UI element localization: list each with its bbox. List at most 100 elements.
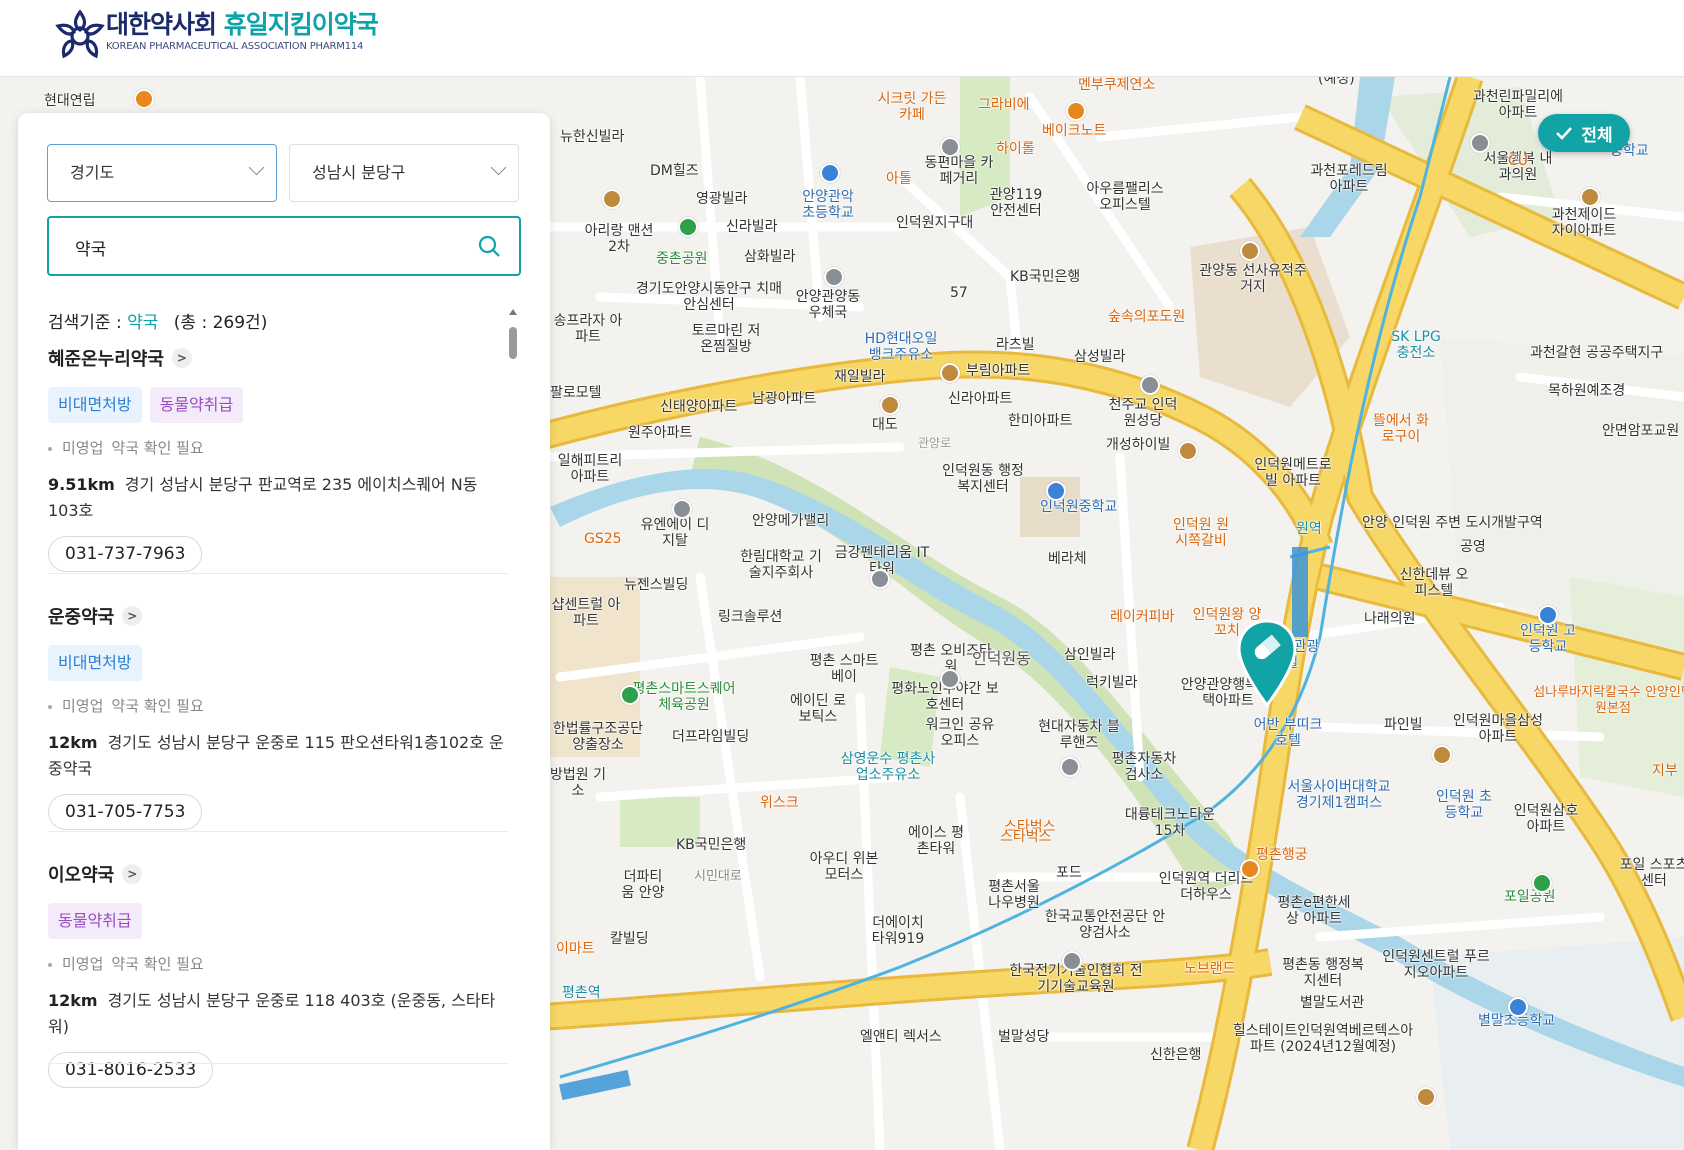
result-item[interactable]: 혜준온누리약국 > 비대면처방 동물약취급 미영업 약국 확인 필요 9.51km…	[48, 345, 508, 572]
scroll-up-icon[interactable]	[509, 309, 517, 315]
poi-pin[interactable]	[602, 189, 622, 209]
map-label[interactable]: KB국민은행	[1010, 269, 1080, 285]
show-all-button[interactable]: 전체	[1538, 114, 1630, 152]
poi-pin[interactable]	[820, 163, 840, 183]
poi-pin[interactable]	[1508, 997, 1528, 1017]
map-label[interactable]: 동편마을 카페거리	[922, 155, 996, 187]
map-label[interactable]: 한미아파트	[1008, 413, 1072, 429]
map-label[interactable]: 평촌자동차 검사소	[1106, 751, 1182, 783]
map-label[interactable]: 안양관악 초등학교	[796, 189, 860, 221]
region-select[interactable]: 경기도	[47, 144, 277, 202]
brand-title[interactable]: 대한약사회 휴일지킴이약국 KOREAN PHARMACEUTICAL ASSO…	[106, 10, 379, 52]
map-label[interactable]: 더에이치 타워919	[868, 915, 928, 947]
map-label[interactable]: 숲속의포도원	[1108, 309, 1185, 325]
result-name[interactable]: 이오약국 >	[48, 861, 508, 887]
result-item[interactable]: 운중약국 > 비대면처방 미영업 약국 확인 필요 12km 경기도 성남시 분당구…	[48, 603, 508, 830]
map-label[interactable]: 원역	[1296, 521, 1322, 537]
results-scrollbar[interactable]	[508, 309, 518, 1149]
map-label[interactable]: 개성하이빌	[1106, 437, 1170, 453]
map-label[interactable]: 공영	[1460, 539, 1486, 555]
map-label[interactable]: 뉴젠스빌딩	[624, 577, 688, 593]
map-label[interactable]: 포일 스포츠센터	[1614, 857, 1684, 889]
map-label[interactable]: 인덕원 초등학교	[1434, 789, 1494, 821]
search-icon[interactable]	[477, 234, 501, 258]
poi-pin[interactable]	[678, 217, 698, 237]
map-label[interactable]: 시민대로	[694, 869, 742, 885]
map-label[interactable]: 파인빌	[1384, 717, 1423, 733]
map-label[interactable]: 링크솔루션	[718, 609, 782, 625]
map-label[interactable]: 인덕원 고등학교	[1516, 623, 1580, 655]
map-label[interactable]: 서울사이버대학교 경기제1캠퍼스	[1282, 779, 1396, 811]
map-label[interactable]: 섬나루바지락칼국수 안양인덕원본점	[1528, 685, 1684, 717]
map-label[interactable]: 시크릿 가든카페	[872, 91, 952, 123]
selected-pharmacy-marker-icon[interactable]	[1236, 619, 1298, 709]
poi-pin[interactable]	[1580, 187, 1600, 207]
map-label[interactable]: 평촌 스마트베이	[804, 653, 884, 685]
chevron-right-icon[interactable]: >	[122, 606, 143, 626]
map-label[interactable]: 힐스테이트인덕원역베르텍스아파트 (2024년12월예정)	[1228, 1023, 1418, 1055]
map-label[interactable]: 영광빌라	[696, 191, 748, 207]
poi-pin[interactable]	[1432, 745, 1452, 765]
poi-pin[interactable]	[1066, 101, 1086, 121]
map-label[interactable]: 인덕원 원시쪽갈비	[1168, 517, 1234, 549]
map-label[interactable]: 벌말성당	[998, 1029, 1050, 1045]
map-label[interactable]: 위스크	[760, 795, 799, 811]
map-label[interactable]: 신한데뷰 오피스텔	[1394, 567, 1474, 599]
map-label[interactable]: 별말도서관	[1300, 995, 1364, 1011]
map-label[interactable]: 이마트	[556, 941, 595, 957]
map-label[interactable]: 평촌서울 나우병원	[984, 879, 1044, 911]
map-label[interactable]: 아리랑 맨션2차	[584, 223, 654, 255]
poi-pin[interactable]	[940, 137, 960, 157]
map-label[interactable]: 목하원예조경	[1548, 383, 1625, 399]
map-label[interactable]: 레이커피바	[1110, 609, 1174, 625]
map-label[interactable]: 송프라자 아파트	[548, 313, 628, 345]
map-label[interactable]: 안양관양동 우체국	[788, 289, 868, 321]
map-label[interactable]: 관양119 안전센터	[986, 187, 1046, 219]
map-label[interactable]: CU	[1508, 153, 1528, 169]
map-label[interactable]: 포드	[1056, 865, 1082, 881]
map-label[interactable]: (예정)	[1318, 77, 1355, 87]
map-label[interactable]: 인덕원중학교	[1040, 499, 1117, 515]
map-label[interactable]: 지부	[1652, 763, 1678, 779]
map-label[interactable]: 평촌e편한세상 아파트	[1272, 895, 1356, 927]
chevron-right-icon[interactable]: >	[122, 864, 143, 884]
map-label[interactable]: 방법원 기소	[548, 767, 608, 799]
map-label[interactable]: 인덕원동 행정복지센터	[938, 463, 1028, 495]
map-label[interactable]: SK LPG 충전소	[1388, 329, 1444, 361]
map-label[interactable]: 삼인빌라	[1064, 647, 1116, 663]
map-label[interactable]: 중촌공원	[656, 251, 708, 267]
map-label[interactable]: 베라체	[1048, 551, 1087, 567]
poi-pin[interactable]	[1240, 241, 1260, 261]
result-name[interactable]: 혜준온누리약국 >	[48, 345, 508, 371]
map-label[interactable]: 포일공원	[1504, 889, 1556, 905]
map-label[interactable]: 아우디 위본모터스	[806, 851, 882, 883]
map-label[interactable]: 칼빌딩	[610, 931, 649, 947]
map-label[interactable]: 하이롤	[996, 141, 1035, 157]
map-label[interactable]: 인덕원역 더리브더하우스	[1156, 871, 1256, 903]
map-label[interactable]: 현대연립	[44, 93, 96, 109]
map-label[interactable]: 더파티움 안양	[618, 869, 668, 901]
poi-pin[interactable]	[620, 685, 640, 705]
map-label[interactable]: 럭키빌라	[1086, 675, 1138, 691]
map-label[interactable]: 인덕원마을삼성 아파트	[1448, 713, 1548, 745]
map-label[interactable]: 경기도안양시동안구 치매안심센터	[634, 281, 784, 313]
map-label[interactable]: 남광아파트	[752, 391, 816, 407]
phone-button[interactable]: 031-705-7753	[48, 794, 203, 830]
map-label[interactable]: KB국민은행	[676, 837, 746, 853]
map-label[interactable]: 아우름팰리스 오피스텔	[1080, 181, 1170, 213]
map-label[interactable]: 아톨	[886, 171, 912, 187]
map-label[interactable]: 일해피트리 아파트	[550, 453, 630, 485]
map-label[interactable]: DM힐즈	[650, 163, 699, 179]
map-label[interactable]: 한국교통안전공단 안양검사소	[1040, 909, 1170, 941]
poi-pin[interactable]	[870, 569, 890, 589]
map-label[interactable]: 에이딘 로보틱스	[788, 693, 848, 725]
map-label[interactable]: 현대자동차 블루핸즈	[1034, 719, 1124, 751]
map-label[interactable]: 평촌동 행정복지센터	[1278, 957, 1368, 989]
chevron-right-icon[interactable]: >	[171, 348, 192, 368]
map-label[interactable]: 샵센트럴 아파트	[548, 597, 624, 629]
map-label[interactable]: 멘부쿠제연소	[1078, 77, 1155, 93]
map-label[interactable]: 천주교 인덕원성당	[1108, 397, 1178, 429]
poi-pin[interactable]	[880, 395, 900, 415]
map-label[interactable]: 인덕원지구대	[896, 215, 973, 231]
map-label[interactable]: 과천제이드 자이아파트	[1544, 207, 1624, 239]
